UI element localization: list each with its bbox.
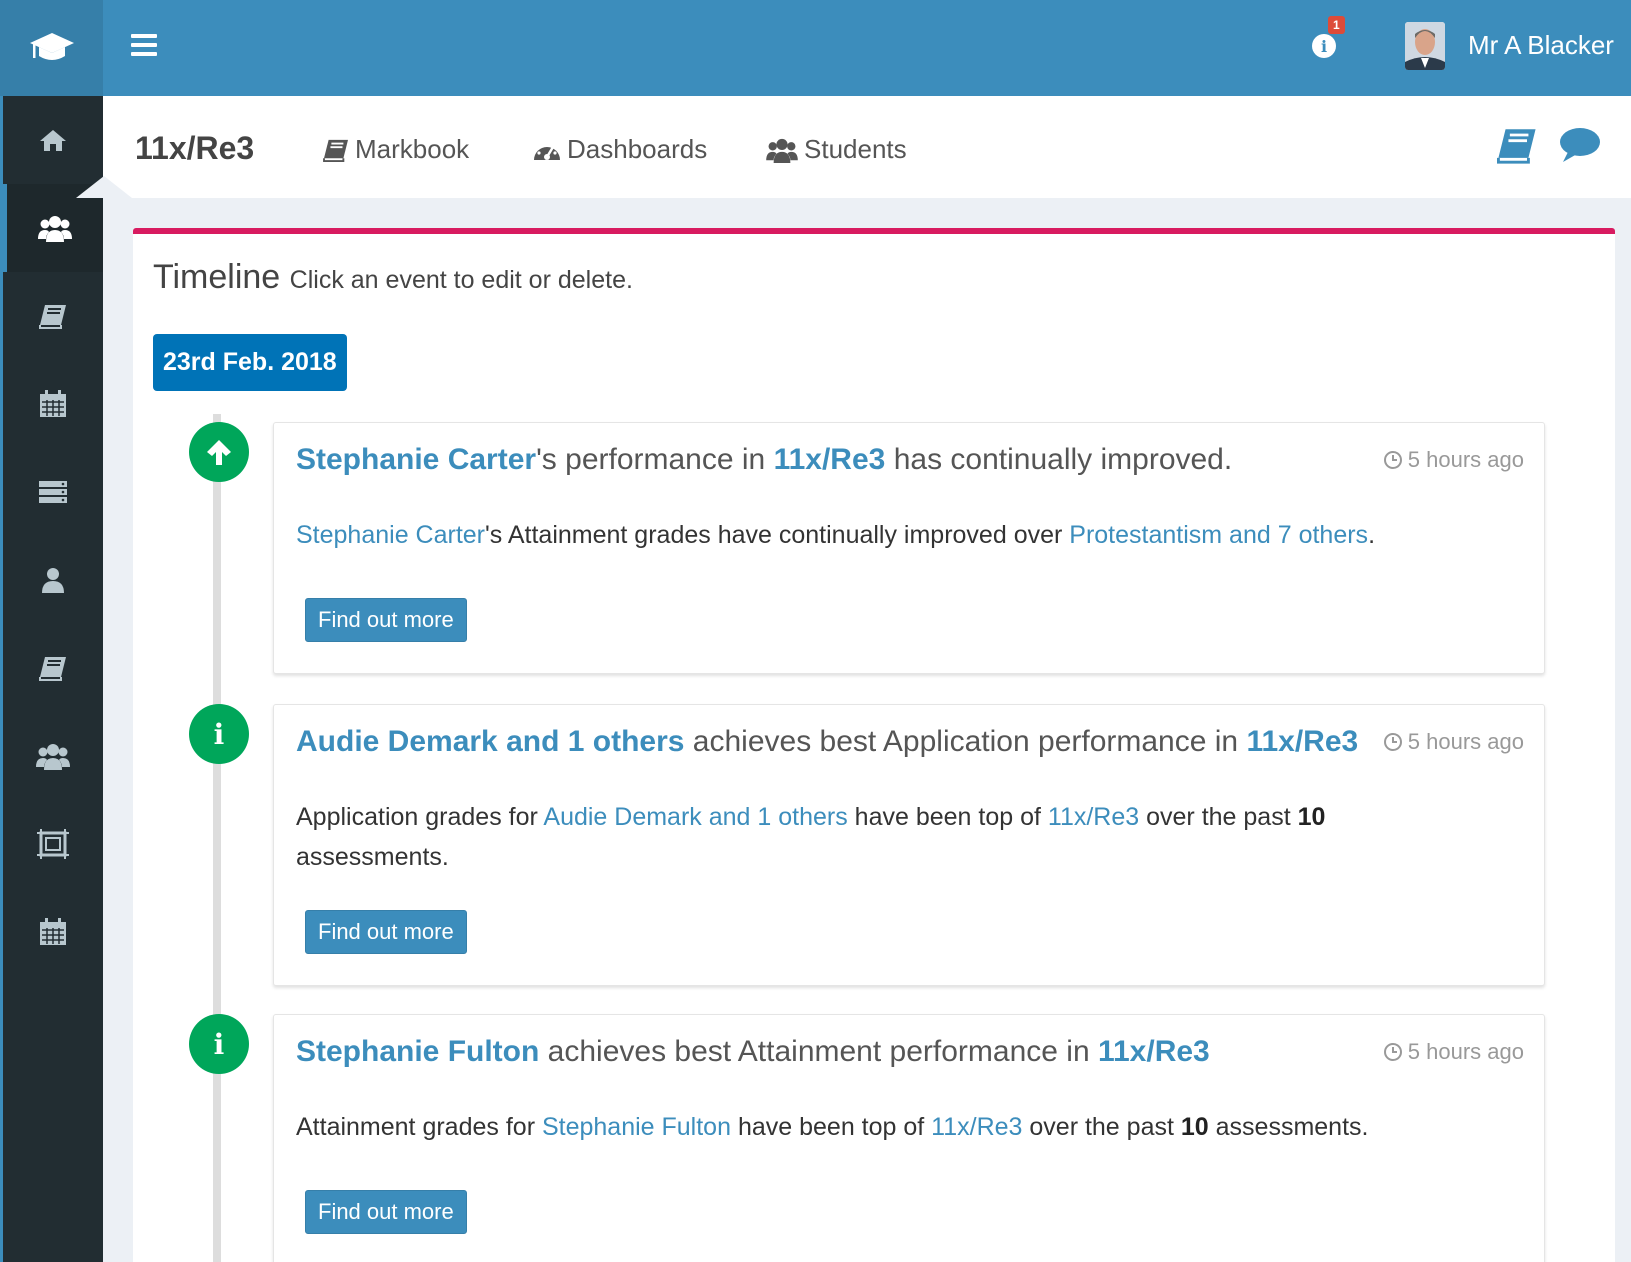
active-tab-caret	[76, 176, 132, 198]
list-icon	[39, 481, 67, 503]
timeline-line	[213, 414, 221, 1262]
class-link[interactable]: 11x/Re3	[931, 1113, 1022, 1141]
tab-markbook[interactable]: Markbook	[323, 134, 469, 165]
home-icon	[40, 130, 66, 151]
event-time: 5 hours ago	[1383, 1039, 1524, 1065]
event-body: Application grades for Audie Demark and …	[296, 803, 1326, 871]
info-icon: i	[1312, 34, 1336, 58]
calendar-icon	[40, 390, 66, 417]
student-link[interactable]: Audie Demark and 1 others	[296, 725, 684, 758]
book-icon	[39, 657, 66, 681]
users-icon	[38, 216, 72, 242]
student-link[interactable]: Stephanie Carter	[296, 443, 536, 476]
timeline-title: Timeline Click an event to edit or delet…	[153, 258, 633, 296]
event-header: Stephanie Carter's performance in 11x/Re…	[296, 443, 1233, 476]
find-out-more-button[interactable]: Find out more	[305, 910, 467, 954]
clock-icon	[1383, 1043, 1402, 1061]
notification-badge: 1	[1328, 16, 1345, 34]
sidebar-item-schedule[interactable]	[3, 888, 103, 976]
book-icon	[323, 139, 348, 162]
event-header: Audie Demark and 1 others achieves best …	[296, 725, 1359, 758]
timeline-subtitle: Click an event to edit or delete.	[289, 266, 633, 294]
tab-label: Dashboards	[567, 134, 708, 164]
class-link[interactable]: 11x/Re3	[774, 443, 886, 476]
sidebar-item-frame[interactable]	[3, 800, 103, 888]
subjects-link[interactable]: Protestantism and 7 others	[1069, 521, 1368, 549]
tab-students[interactable]: Students	[766, 134, 907, 165]
class-link[interactable]: 11x/Re3	[1246, 725, 1358, 758]
sidebar-item-calendar[interactable]	[3, 360, 103, 448]
student-link[interactable]: Stephanie Fulton	[296, 1035, 539, 1068]
class-header: 11x/Re3 Markbook Dashboards Students	[103, 96, 1631, 198]
book-icon[interactable]	[1497, 126, 1537, 164]
tab-dashboards[interactable]: Dashboards	[533, 134, 707, 165]
top-navbar: i 1 Mr A Blacker	[103, 0, 1631, 96]
sidebar-item-profile[interactable]	[3, 536, 103, 624]
users-icon	[766, 138, 798, 163]
comment-icon[interactable]	[1557, 126, 1601, 164]
info-icon: i	[189, 1014, 249, 1074]
event-body: Stephanie Carter's Attainment grades hav…	[296, 521, 1376, 549]
event-body: Attainment grades for Stephanie Fulton h…	[296, 1113, 1369, 1141]
student-link[interactable]: Stephanie Fulton	[542, 1113, 731, 1141]
sidebar-item-list[interactable]	[3, 448, 103, 536]
timeline-box: Timeline Click an event to edit or delet…	[133, 228, 1615, 1262]
dashboard-icon	[534, 143, 560, 160]
arrow-up-icon	[189, 422, 249, 482]
sidebar-item-markbook[interactable]	[3, 272, 103, 360]
timeline-date-label: 23rd Feb. 2018	[153, 334, 347, 391]
timeline-event[interactable]: Stephanie Carter's performance in 11x/Re…	[273, 422, 1545, 674]
sidebar	[0, 96, 103, 1262]
book-icon	[39, 305, 66, 329]
student-link[interactable]: Stephanie Carter	[296, 521, 485, 549]
user-icon	[42, 568, 64, 593]
find-out-more-button[interactable]: Find out more	[305, 598, 467, 642]
sidebar-item-books[interactable]	[3, 624, 103, 712]
graduation-cap-icon	[29, 33, 74, 60]
calendar-icon	[40, 918, 66, 945]
avatar[interactable]	[1405, 22, 1445, 70]
event-time: 5 hours ago	[1383, 729, 1524, 755]
event-header: Stephanie Fulton achieves best Attainmen…	[296, 1035, 1210, 1068]
clock-icon	[1383, 451, 1402, 469]
menu-toggle-icon[interactable]	[131, 34, 157, 56]
sidebar-item-classes[interactable]	[3, 712, 103, 800]
find-out-more-button[interactable]: Find out more	[305, 1190, 467, 1234]
user-name[interactable]: Mr A Blacker	[1468, 30, 1614, 61]
clock-icon	[1383, 733, 1402, 751]
event-time: 5 hours ago	[1383, 447, 1524, 473]
student-link[interactable]: Audie Demark and 1 others	[543, 803, 847, 831]
app-logo[interactable]	[0, 0, 103, 96]
timeline-event[interactable]: Audie Demark and 1 others achieves best …	[273, 704, 1545, 986]
header-actions	[1497, 126, 1601, 164]
frame-icon	[37, 829, 69, 859]
tab-label: Students	[804, 134, 907, 164]
class-link[interactable]: 11x/Re3	[1098, 1035, 1210, 1068]
page-title: 11x/Re3	[135, 130, 255, 166]
sidebar-item-home[interactable]	[3, 96, 103, 184]
notifications-button[interactable]: i 1	[1312, 16, 1345, 60]
users-icon	[36, 744, 70, 770]
tab-label: Markbook	[355, 134, 470, 164]
class-link[interactable]: 11x/Re3	[1048, 803, 1139, 831]
timeline-event[interactable]: Stephanie Fulton achieves best Attainmen…	[273, 1014, 1545, 1262]
info-icon: i	[189, 704, 249, 764]
